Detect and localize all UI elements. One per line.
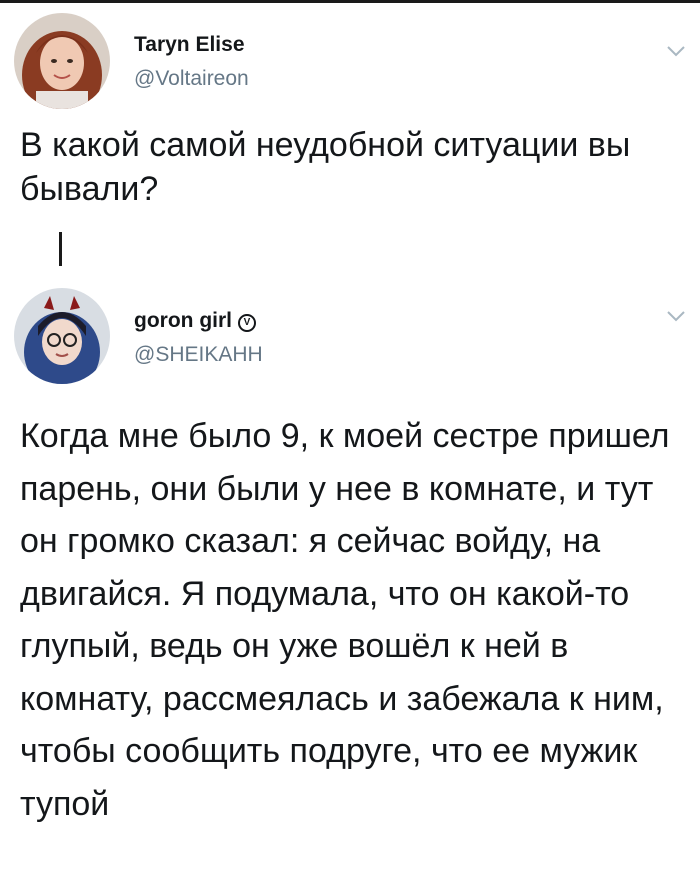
avatar-image bbox=[14, 13, 110, 109]
tweet-reply: goron girl V @SHEIKAHH Когда мне было 9, … bbox=[0, 280, 700, 883]
author-name-text[interactable]: goron girl bbox=[134, 309, 232, 332]
avatar-image bbox=[14, 288, 110, 384]
avatar-taryn[interactable] bbox=[14, 13, 110, 109]
tweet-text: В какой самой неудобной ситуации вы быва… bbox=[20, 126, 631, 208]
avatar-goron-girl[interactable] bbox=[14, 288, 110, 384]
author-name[interactable]: Taryn Elise bbox=[134, 33, 245, 57]
tweet-original: Taryn Elise @Voltaireon В какой самой не… bbox=[0, 5, 700, 250]
tweet-text: Когда мне было 9, к моей сестре пришел п… bbox=[20, 417, 670, 823]
chevron-down-icon[interactable] bbox=[664, 306, 688, 326]
author-handle[interactable]: @SHEIKAHH bbox=[134, 343, 263, 367]
author-name[interactable]: goron girl V bbox=[134, 309, 256, 333]
chevron-down-icon[interactable] bbox=[664, 41, 688, 61]
top-border bbox=[0, 0, 700, 3]
verified-badge-icon: V bbox=[238, 314, 256, 332]
thread-connector bbox=[59, 232, 62, 266]
author-handle[interactable]: @Voltaireon bbox=[134, 67, 249, 91]
